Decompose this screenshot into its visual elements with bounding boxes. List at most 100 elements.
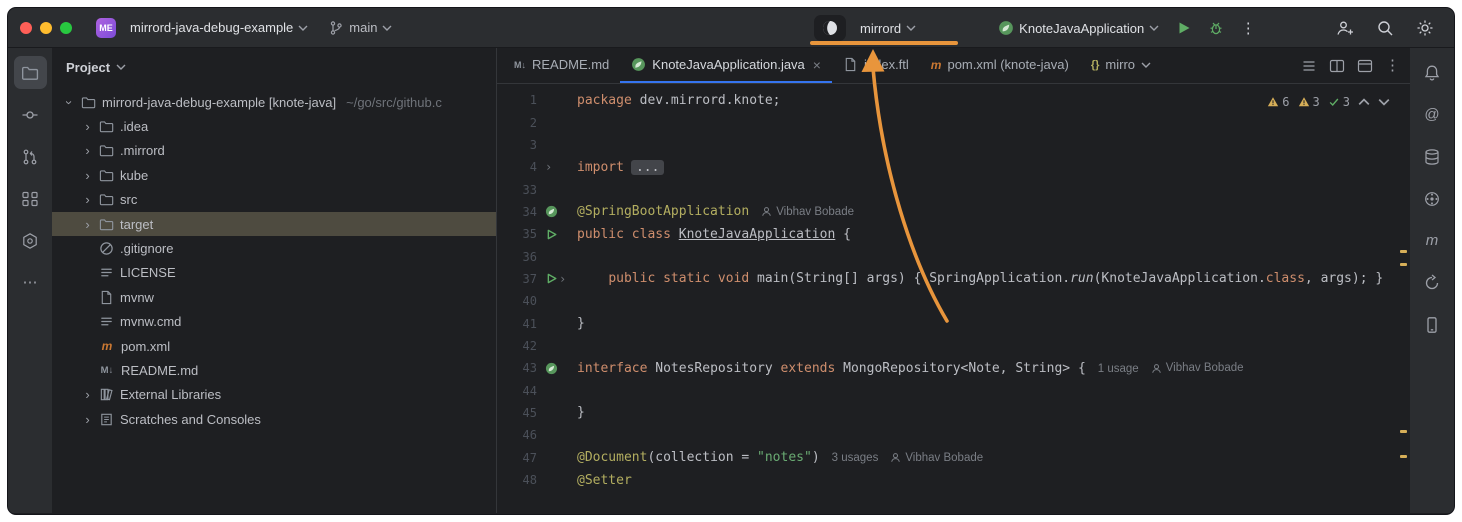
branch-dropdown[interactable]: main xyxy=(322,16,398,40)
split-editor-icon[interactable] xyxy=(1329,58,1345,74)
editor-options-kebab-icon[interactable]: ⋮ xyxy=(1385,58,1400,73)
tree-item-root[interactable]: › mirrord-java-debug-example [knote-java… xyxy=(52,90,496,114)
settings-button[interactable] xyxy=(1412,15,1438,41)
toolwindow-project-button[interactable] xyxy=(14,56,47,89)
toolwindow-pull-requests-button[interactable] xyxy=(14,140,47,173)
close-tab-icon[interactable]: × xyxy=(813,57,821,73)
line-number[interactable]: 46 xyxy=(497,428,545,442)
line-number[interactable]: 48 xyxy=(497,473,545,487)
debug-button[interactable] xyxy=(1203,15,1229,41)
traffic-light-zoom[interactable] xyxy=(60,22,72,34)
line-number[interactable]: 34 xyxy=(497,205,545,219)
tab-readme[interactable]: M↓ README.md xyxy=(503,48,620,83)
run-gutter-icon[interactable] xyxy=(545,272,558,285)
toolwindow-endpoints-button[interactable] xyxy=(1416,182,1449,215)
traffic-light-close[interactable] xyxy=(20,22,32,34)
line-number[interactable]: 36 xyxy=(497,250,545,264)
code-line[interactable]: 45} xyxy=(497,402,1410,424)
code-line[interactable]: 35public class KnoteJavaApplication { xyxy=(497,223,1410,245)
line-number[interactable]: 45 xyxy=(497,406,545,420)
run-button[interactable] xyxy=(1171,15,1197,41)
tree-item[interactable]: › .idea xyxy=(52,114,496,138)
tab-mirrord-config[interactable]: {} mirro xyxy=(1080,48,1162,83)
scrollbar-warning-mark[interactable] xyxy=(1400,250,1407,253)
code-line[interactable]: 46 xyxy=(497,424,1410,446)
chevron-collapsed-icon[interactable]: › xyxy=(80,143,95,158)
line-number[interactable]: 2 xyxy=(497,116,545,130)
line-number[interactable]: 41 xyxy=(497,317,545,331)
tree-item[interactable]: › LICENSE xyxy=(52,261,496,285)
code-line[interactable]: 4›import... xyxy=(497,156,1410,178)
code-line[interactable]: 40 xyxy=(497,290,1410,312)
usages-inlay[interactable]: 1 usage xyxy=(1098,363,1139,375)
code-line[interactable]: 34@SpringBootApplicationVibhav Bobade xyxy=(497,201,1410,223)
chevron-collapsed-icon[interactable]: › xyxy=(80,192,95,207)
line-number[interactable]: 44 xyxy=(497,384,545,398)
tab-pom-xml[interactable]: m pom.xml (knote-java) xyxy=(920,48,1080,83)
prev-issue-icon[interactable] xyxy=(1358,96,1370,108)
line-number[interactable]: 1 xyxy=(497,93,545,107)
line-number[interactable]: 47 xyxy=(497,451,545,465)
code-line[interactable]: 47@Document(collection = "notes")3 usage… xyxy=(497,447,1410,469)
scrollbar-warning-mark[interactable] xyxy=(1400,430,1407,433)
toolwindow-commit-button[interactable] xyxy=(14,98,47,131)
tree-item[interactable]: › M↓ README.md xyxy=(52,358,496,382)
toolwindow-dependencies-button[interactable] xyxy=(1416,266,1449,299)
code-line[interactable]: 41} xyxy=(497,312,1410,334)
author-inlay[interactable]: Vibhav Bobade xyxy=(890,452,983,464)
editor-layout-icon[interactable] xyxy=(1357,58,1373,74)
warnings-count[interactable]: 6 xyxy=(1267,95,1289,109)
code-line[interactable]: 3 xyxy=(497,134,1410,156)
tree-item[interactable]: › kube xyxy=(52,163,496,187)
tree-item-external-libraries[interactable]: › External Libraries xyxy=(52,383,496,407)
scrollbar-warning-mark[interactable] xyxy=(1400,263,1407,266)
run-configuration-dropdown[interactable]: KnoteJavaApplication xyxy=(992,16,1165,40)
tree-item[interactable]: › src xyxy=(52,188,496,212)
chevron-collapsed-icon[interactable]: › xyxy=(80,387,95,402)
tree-item[interactable]: › mvnw xyxy=(52,285,496,309)
traffic-light-minimize[interactable] xyxy=(40,22,52,34)
line-number[interactable]: 37 xyxy=(497,272,545,286)
run-gutter-icon[interactable] xyxy=(545,228,558,241)
line-number[interactable]: 35 xyxy=(497,227,545,241)
toolwindow-services-button[interactable] xyxy=(14,224,47,257)
run-options-kebab-button[interactable]: ⋮ xyxy=(1235,15,1261,41)
project-panel-header[interactable]: Project xyxy=(52,48,496,86)
passed-inspections-count[interactable]: 3 xyxy=(1328,95,1350,109)
toolwindow-database-button[interactable] xyxy=(1416,140,1449,173)
line-number[interactable]: 42 xyxy=(497,339,545,353)
code-editor[interactable]: 6 3 3 1package dev.mirrord.knote; 2 3 4›… xyxy=(497,84,1410,513)
fold-chevron-icon[interactable]: › xyxy=(559,272,566,286)
line-number[interactable]: 43 xyxy=(497,361,545,375)
mirrord-toggle-button[interactable] xyxy=(814,15,846,41)
author-inlay[interactable]: Vibhav Bobade xyxy=(1151,362,1244,374)
line-number[interactable]: 40 xyxy=(497,294,545,308)
folded-code[interactable]: ... xyxy=(631,160,664,175)
code-line[interactable]: 43interface NotesRepository extends Mong… xyxy=(497,357,1410,379)
mirrord-dropdown[interactable]: mirrord xyxy=(854,17,922,40)
chevron-collapsed-icon[interactable]: › xyxy=(80,119,95,134)
toolwindow-maven-button[interactable]: m xyxy=(1416,224,1449,257)
tree-item-scratches[interactable]: › Scratches and Consoles xyxy=(52,407,496,431)
spring-bean-gutter-icon[interactable] xyxy=(545,205,558,218)
code-line[interactable]: 48@Setter xyxy=(497,469,1410,491)
tree-item[interactable]: › m pom.xml xyxy=(52,334,496,358)
usages-inlay[interactable]: 3 usages xyxy=(832,452,879,464)
chevron-collapsed-icon[interactable]: › xyxy=(80,412,95,427)
tab-index-ftl[interactable]: index.ftl xyxy=(832,48,920,83)
code-line[interactable]: 37› public static void main(String[] arg… xyxy=(497,268,1410,290)
tree-item[interactable]: › .mirrord xyxy=(52,139,496,163)
spring-bean-gutter-icon[interactable] xyxy=(545,362,558,375)
fold-chevron-icon[interactable]: › xyxy=(545,160,552,174)
chevron-collapsed-icon[interactable]: › xyxy=(80,217,95,232)
toolwindow-structure-button[interactable] xyxy=(14,182,47,215)
author-inlay[interactable]: Vibhav Bobade xyxy=(761,206,854,218)
chevron-collapsed-icon[interactable]: › xyxy=(80,168,95,183)
line-number[interactable]: 3 xyxy=(497,138,545,152)
code-line[interactable]: 44 xyxy=(497,379,1410,401)
toolwindow-notifications-button[interactable] xyxy=(1416,56,1449,89)
project-name-dropdown[interactable]: mirrord-java-debug-example xyxy=(124,16,314,39)
weak-warnings-count[interactable]: 3 xyxy=(1298,95,1320,109)
tree-item[interactable]: › mvnw.cmd xyxy=(52,310,496,334)
code-line[interactable]: 2 xyxy=(497,111,1410,133)
